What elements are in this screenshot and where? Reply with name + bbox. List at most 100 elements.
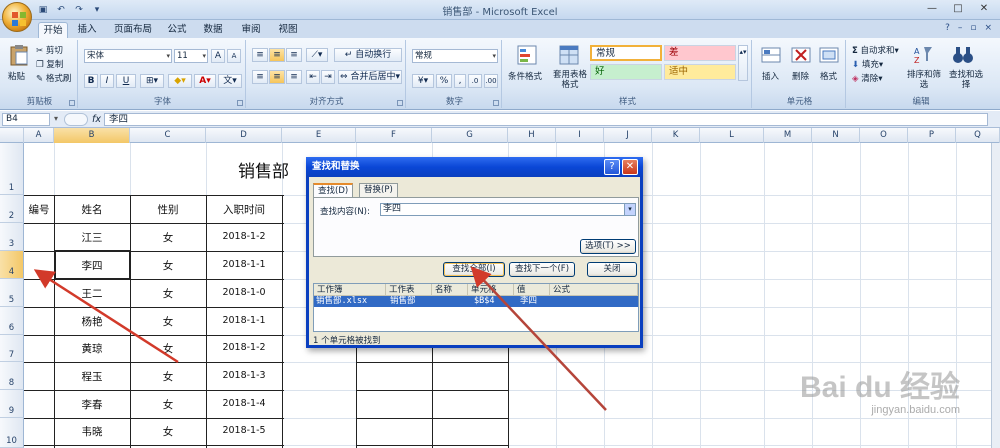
result-header[interactable]: 值 [514, 284, 550, 296]
cell-gender[interactable]: 女 [130, 397, 206, 412]
shrink-font-button[interactable]: A [227, 49, 241, 63]
column-header[interactable]: H [508, 128, 556, 143]
cell-name[interactable]: 黄琼 [54, 341, 130, 356]
find-all-button[interactable]: 查找全部(I) [443, 262, 505, 277]
increase-indent-icon[interactable]: ⇥ [321, 70, 335, 84]
result-header[interactable]: 单元格 [468, 284, 514, 296]
column-header[interactable]: O [860, 128, 908, 143]
cell-date[interactable]: 2018-1-2 [206, 342, 282, 353]
delete-button[interactable]: 删除 [792, 70, 809, 82]
tab-review[interactable]: 审阅 [238, 22, 264, 38]
close-icon[interactable]: × [984, 23, 992, 33]
minimize-icon[interactable]: – [958, 23, 963, 33]
result-header[interactable]: 公式 [550, 284, 638, 296]
undo-icon[interactable]: ↶ [54, 3, 68, 17]
tab-replace[interactable]: 替换(P) [359, 183, 398, 197]
cell-gender[interactable]: 女 [130, 258, 206, 273]
cell-date[interactable]: 2018-1-2 [206, 231, 282, 242]
paste-button[interactable]: 粘贴 [8, 70, 25, 82]
format-table-button[interactable]: 套用表格格式 [550, 70, 590, 90]
column-header[interactable]: J [604, 128, 652, 143]
cut-button[interactable]: ✂ 剪切 [36, 44, 63, 56]
alignment-launcher[interactable] [397, 100, 403, 106]
phonetic-button[interactable]: 文▾ [218, 74, 242, 88]
header-name[interactable]: 姓名 [54, 202, 130, 217]
tab-insert[interactable]: 插入 [74, 22, 100, 38]
column-header[interactable]: A [24, 128, 54, 143]
tab-formulas[interactable]: 公式 [164, 22, 190, 38]
options-button[interactable]: 选项(T) >> [580, 239, 636, 254]
fill-color-button[interactable]: ◆▾ [168, 74, 192, 88]
style-normal[interactable]: 常规 [590, 45, 662, 61]
wrap-text-button[interactable]: ↵ 自动换行 [334, 48, 402, 62]
merge-center-button[interactable]: ⇔ 合并后居中▾ [338, 70, 402, 84]
style-bad[interactable]: 差 [664, 45, 736, 61]
cell-date[interactable]: 2018-1-3 [206, 370, 282, 381]
close-button[interactable]: ✕ [972, 1, 996, 17]
bold-button[interactable]: B [84, 74, 98, 88]
align-middle-icon[interactable]: ≡ [269, 48, 285, 62]
result-header[interactable]: 工作簿 [314, 284, 386, 296]
name-box[interactable]: B4 [2, 113, 50, 126]
maximize-button[interactable]: □ [946, 1, 970, 17]
number-launcher[interactable] [493, 100, 499, 106]
clear-button[interactable]: ◈ 清除▾ [852, 72, 883, 84]
header-id[interactable]: 编号 [24, 202, 54, 217]
row-header[interactable]: 10 [0, 418, 24, 448]
row-header[interactable]: 8 [0, 362, 24, 390]
cell-name[interactable]: 韦晓 [54, 424, 130, 439]
font-launcher[interactable] [237, 100, 243, 106]
decrease-decimal-icon[interactable]: .00 [484, 74, 498, 88]
find-what-input[interactable]: 李四 ▾ [380, 203, 636, 216]
cell-gender[interactable]: 女 [130, 314, 206, 329]
save-icon[interactable]: ▣ [36, 3, 50, 17]
cell-gender[interactable]: 女 [130, 286, 206, 301]
currency-icon[interactable]: ¥▾ [412, 74, 434, 88]
cell-gender[interactable]: 女 [130, 341, 206, 356]
office-button[interactable] [2, 2, 32, 32]
number-format-select[interactable]: 常规 ▾ [412, 49, 498, 63]
name-box-dropdown-icon[interactable]: ▾ [54, 114, 58, 123]
row-header[interactable]: 3 [0, 223, 24, 251]
format-button[interactable]: 格式 [820, 70, 837, 82]
cell-date[interactable]: 2018-1-5 [206, 425, 282, 436]
tab-find[interactable]: 查找(D) [313, 183, 354, 198]
redo-icon[interactable]: ↷ [72, 3, 86, 17]
row-header[interactable]: 1 [0, 143, 24, 195]
column-header[interactable]: N [812, 128, 860, 143]
cell-date[interactable]: 2018-1-4 [206, 398, 282, 409]
fill-button[interactable]: ⬇ 填充▾ [852, 58, 883, 70]
cell-name[interactable]: 李春 [54, 397, 130, 412]
help-icon[interactable]: ? [604, 159, 620, 175]
comma-button[interactable]: , [454, 74, 466, 88]
formula-input[interactable]: 李四 [104, 113, 988, 126]
formula-bar-toggle[interactable] [64, 113, 88, 126]
align-right-icon[interactable]: ≡ [286, 70, 302, 84]
align-top-icon[interactable]: ≡ [252, 48, 268, 62]
restore-icon[interactable]: ▫ [970, 23, 976, 33]
grow-font-button[interactable]: A [211, 49, 225, 63]
copy-button[interactable]: ❐ 复制 [36, 58, 63, 70]
cell-gender[interactable]: 女 [130, 369, 206, 384]
row-header[interactable]: 5 [0, 279, 24, 307]
cell-gender[interactable]: 女 [130, 424, 206, 439]
cell-date[interactable]: 2018-1-1 [206, 259, 282, 270]
style-good[interactable]: 好 [590, 64, 662, 80]
column-header[interactable]: Q [956, 128, 1000, 143]
autosum-button[interactable]: Σ 自动求和▾ [852, 44, 899, 56]
header-hire-date[interactable]: 入职时间 [206, 202, 282, 217]
find-next-button[interactable]: 查找下一个(F) [509, 262, 575, 277]
result-header[interactable]: 工作表 [386, 284, 432, 296]
align-left-icon[interactable]: ≡ [252, 70, 268, 84]
row-header[interactable]: 6 [0, 307, 24, 335]
sort-filter-button[interactable]: 排序和筛选 [906, 70, 942, 90]
column-header[interactable]: E [282, 128, 356, 143]
function-icon[interactable]: fx [92, 114, 101, 125]
tab-home[interactable]: 开始 [38, 22, 68, 38]
column-header[interactable]: B [54, 128, 130, 143]
close-button[interactable]: 关闭 [587, 262, 637, 277]
select-all-corner[interactable] [0, 128, 24, 143]
cell-name[interactable]: 江三 [54, 230, 130, 245]
cell-name[interactable]: 程玉 [54, 369, 130, 384]
insert-button[interactable]: 插入 [762, 70, 779, 82]
